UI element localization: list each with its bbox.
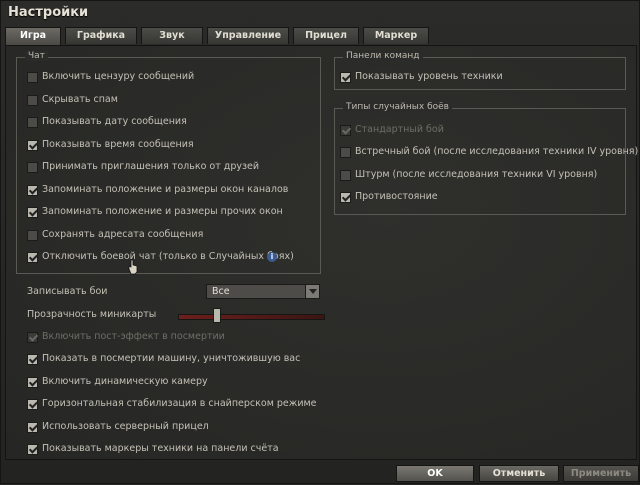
bottom-bar: OK Отменить Применить <box>1 461 640 485</box>
checkbox-box[interactable] <box>27 117 38 128</box>
chevron-down-icon[interactable] <box>305 285 319 298</box>
tab-controls[interactable]: Управление <box>207 27 289 44</box>
checkbox-label: Включить пост-эффект в посмертии <box>42 331 225 342</box>
checkbox-box[interactable] <box>27 185 38 196</box>
ok-button[interactable]: OK <box>396 465 474 482</box>
record-battles-label: Записывать бои <box>27 286 108 297</box>
record-battles-select[interactable]: Все <box>206 284 320 299</box>
settings-content: Чат Включить цензуру сообщений Скрывать … <box>5 45 639 460</box>
record-battles-value: Все <box>212 286 230 297</box>
checkbox-label: Использовать серверный прицел <box>42 421 209 432</box>
checkbox-label: Противостояние <box>355 191 438 202</box>
checkbox-label: Сохранять адресата сообщения <box>42 229 204 240</box>
checkbox-label: Показывать маркеры техники на панели счё… <box>42 443 279 454</box>
checkbox-label: Запоминать положение и размеры прочих ок… <box>42 206 283 217</box>
checkbox-label: Стандартный бой <box>355 124 444 135</box>
checkbox-label: Включить цензуру сообщений <box>42 71 195 82</box>
checkbox-box[interactable] <box>27 354 38 365</box>
checkbox-label: Горизонтальная стабилизация в снайперско… <box>42 398 317 409</box>
checkbox-box[interactable] <box>27 444 38 455</box>
checkbox-label: Показать в посмертии машину, уничтожившу… <box>42 353 301 364</box>
checkbox-box[interactable] <box>27 140 38 151</box>
mouse-cursor-icon <box>128 259 138 275</box>
checkbox-label: Отключить боевой чат (только в Случайных… <box>42 251 294 262</box>
minimap-transparency-label: Прозрачность миникарты <box>27 309 157 320</box>
apply-button[interactable]: Применить <box>563 465 639 482</box>
checkbox-label: Показывать уровень техники <box>355 71 503 82</box>
checkbox-box[interactable] <box>27 207 38 218</box>
slider-handle[interactable] <box>212 308 221 323</box>
checkbox-box[interactable] <box>27 252 38 263</box>
checkbox-label: Принимать приглашения только от друзей <box>42 161 260 172</box>
checkbox-box <box>340 125 351 136</box>
window-title: Настройки <box>8 5 89 20</box>
checkbox-box[interactable] <box>27 230 38 241</box>
tab-sound[interactable]: Звук <box>141 27 203 44</box>
checkbox-box[interactable] <box>27 377 38 388</box>
checkbox-box <box>27 332 38 343</box>
battle-types-group-title: Типы случайных боёв <box>343 102 452 112</box>
checkbox-box[interactable] <box>27 95 38 106</box>
tab-marker[interactable]: Маркер <box>363 27 429 44</box>
checkbox-label: Запоминать положение и размеры окон кана… <box>42 184 289 195</box>
checkbox-box[interactable] <box>340 192 351 203</box>
chat-group-title: Чат <box>25 51 48 61</box>
checkbox-box[interactable] <box>340 147 351 158</box>
tab-graphics[interactable]: Графика <box>65 27 137 44</box>
cancel-button[interactable]: Отменить <box>479 465 559 482</box>
checkbox-box[interactable] <box>27 399 38 410</box>
checkbox-label: Включить динамическую камеру <box>42 376 208 387</box>
checkbox-label: Показывать дату сообщения <box>42 116 187 127</box>
info-icon[interactable]: i <box>267 252 277 262</box>
checkbox-box[interactable] <box>27 72 38 83</box>
checkbox-box[interactable] <box>27 422 38 433</box>
settings-window: Настройки Игра Графика Звук Управление П… <box>0 0 640 484</box>
checkbox-box[interactable] <box>27 162 38 173</box>
checkbox-box[interactable] <box>340 170 351 181</box>
minimap-transparency-slider[interactable] <box>178 314 325 320</box>
checkbox-label: Показывать время сообщения <box>42 139 194 150</box>
checkbox-box[interactable] <box>340 72 351 83</box>
tab-game[interactable]: Игра <box>5 27 61 45</box>
command-panel-group-title: Панели команд <box>343 51 423 61</box>
checkbox-label: Встречный бой (после исследования техник… <box>355 146 639 157</box>
checkbox-label: Скрывать спам <box>42 94 118 105</box>
tab-sight[interactable]: Прицел <box>293 27 359 44</box>
checkbox-label: Штурм (после исследования техники VI уро… <box>355 169 598 180</box>
